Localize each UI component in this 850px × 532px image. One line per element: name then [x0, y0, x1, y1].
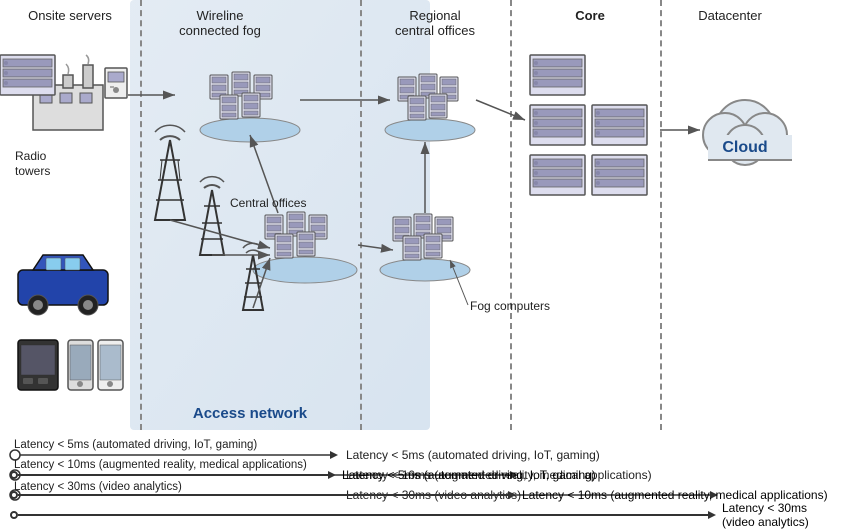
- diagram-container: Onsite servers Wirelineconnected fog Reg…: [0, 0, 850, 532]
- cloud-icon: Cloud: [703, 100, 792, 165]
- latency-3-arrow: [708, 511, 716, 519]
- central-offices-text: Central offices: [230, 196, 306, 210]
- phone-1-icon: [68, 340, 93, 390]
- fog-computers-cluster: [393, 214, 453, 260]
- latency-1-dot: [10, 471, 18, 479]
- fog-server-cluster-top: [210, 72, 272, 119]
- latency-2-arrow: [508, 491, 516, 499]
- latency-1-text: Latency < 5ms (automated driving, IoT, g…: [342, 468, 596, 482]
- iot-device-1: [18, 340, 58, 390]
- svg-text:Latency < 5ms (automated drivi: Latency < 5ms (automated driving, IoT, g…: [346, 448, 600, 462]
- latency-1-line: [18, 474, 328, 476]
- phone-2-icon: [98, 340, 123, 390]
- central-offices-cluster: [265, 212, 327, 258]
- latency-1-arrow: [328, 471, 336, 479]
- fog-computers-text: Fog computers: [470, 299, 550, 313]
- regional-server-cluster: [398, 74, 458, 120]
- radio-tower-2: [200, 177, 224, 255]
- latency-2-dot: [10, 491, 18, 499]
- latency-section: Latency < 5ms (automated driving, IoT, g…: [10, 466, 840, 524]
- radio-towers-label-line1: Radio: [15, 149, 47, 163]
- svg-text:Cloud: Cloud: [722, 139, 767, 156]
- latency-2-text: Latency < 10ms (augmented reality, medic…: [522, 488, 828, 502]
- radio-tower-1: [155, 125, 185, 220]
- latency-3-line: [18, 514, 708, 516]
- main-diagram-svg: Cloud: [0, 0, 850, 532]
- latency-1-label-left: Latency < 5ms (automated driving, IoT, g…: [14, 439, 257, 451]
- latency-3-text: Latency < 30ms (video analytics): [722, 501, 840, 529]
- latency-3-dot: [10, 511, 18, 519]
- server-icon-onsite: [105, 68, 127, 98]
- latency-2-line: [18, 494, 508, 496]
- car-icon: [18, 255, 108, 315]
- radio-towers-label-line2: towers: [15, 164, 50, 178]
